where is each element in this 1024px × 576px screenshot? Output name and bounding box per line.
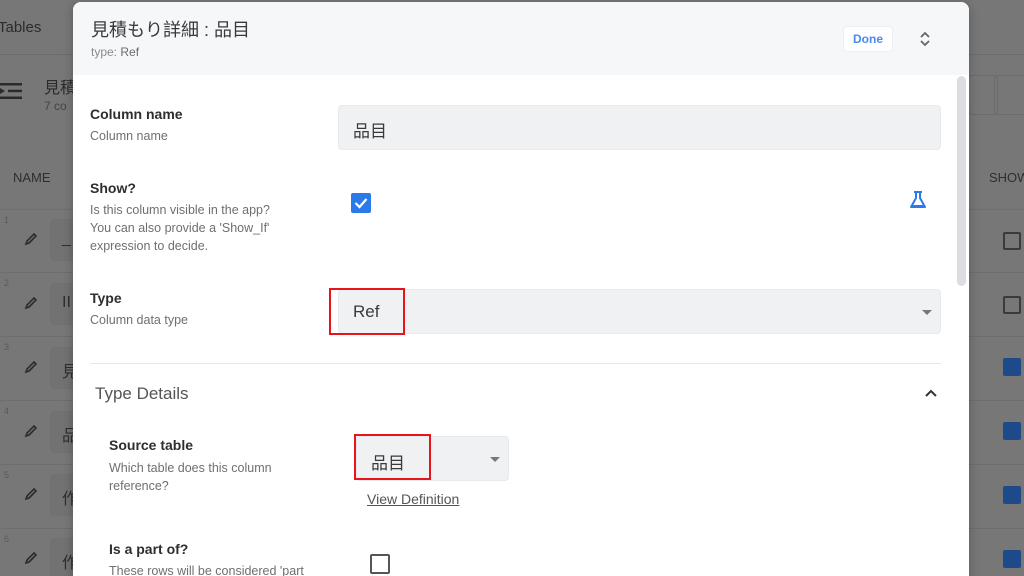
show-description-line: expression to decide. (90, 239, 209, 253)
is-part-of-description: These rows will be considered 'part (109, 564, 304, 576)
pencil-icon[interactable] (24, 487, 38, 501)
source-table-select[interactable]: 品目 (356, 436, 509, 481)
background-button[interactable] (994, 75, 1024, 115)
pencil-icon[interactable] (24, 296, 38, 310)
dropdown-caret-icon (922, 310, 932, 315)
source-table-description: Which table does this column reference? (109, 459, 272, 495)
column-name-description: Column name (90, 129, 168, 143)
dropdown-caret-icon (490, 457, 500, 462)
show-description-line: Is this column visible in the app? (90, 203, 270, 217)
scrollbar[interactable] (957, 76, 966, 286)
row-show-checkbox[interactable] (1003, 550, 1021, 568)
section-divider (90, 363, 941, 364)
row-number: 2 (4, 278, 10, 288)
type-details-heading[interactable]: Type Details (95, 384, 189, 404)
pencil-icon[interactable] (24, 551, 38, 565)
view-definition-link[interactable]: View Definition (367, 491, 459, 507)
type-description: Column data type (90, 313, 188, 327)
chevron-up-icon[interactable] (923, 387, 939, 399)
row-number: 3 (4, 342, 10, 352)
row-number: 5 (4, 470, 10, 480)
dialog-header: 見積もり詳細 : 品目 type: Ref Done (73, 2, 969, 75)
source-table-description-line: reference? (109, 479, 169, 493)
show-label: Show? (90, 180, 136, 196)
show-description: Is this column visible in the app? You c… (90, 201, 270, 255)
type-label: Type (90, 290, 122, 306)
show-checkbox[interactable] (351, 193, 371, 213)
show-description-line: You can also provide a 'Show_If' (90, 221, 270, 235)
dialog-title: 見積もり詳細 : 品目 (91, 20, 251, 40)
column-header-name[interactable]: NAME (13, 170, 51, 185)
row-show-checkbox[interactable] (1003, 422, 1021, 440)
subtitle-type-value: Ref (120, 45, 140, 59)
row-show-checkbox[interactable] (1003, 486, 1021, 504)
row-show-checkbox[interactable] (1003, 296, 1021, 314)
pencil-icon[interactable] (24, 360, 38, 374)
column-header-show[interactable]: SHOW (989, 170, 1024, 185)
is-part-of-checkbox[interactable] (370, 554, 390, 574)
source-table-select-value: 品目 (371, 454, 405, 473)
done-button[interactable]: Done (843, 26, 893, 52)
column-name-input[interactable]: 品目 (338, 105, 941, 150)
flask-expression-icon[interactable] (907, 189, 929, 211)
dialog-subtitle: type: Ref (91, 45, 139, 59)
table-title: 見積 (44, 80, 77, 97)
source-table-label: Source table (109, 437, 194, 453)
list-indent-icon[interactable] (0, 82, 22, 100)
checkmark-icon (354, 198, 368, 209)
source-table-description-line: Which table does this column (109, 461, 272, 475)
row-number: 6 (4, 534, 10, 544)
row-number: 4 (4, 406, 10, 416)
expand-collapse-icon[interactable] (916, 28, 934, 50)
row-show-checkbox[interactable] (1003, 232, 1021, 250)
row-number: 1 (4, 215, 10, 225)
column-edit-dialog: 見積もり詳細 : 品目 type: Ref Done Column name C… (73, 2, 969, 576)
subtitle-prefix: type: (91, 45, 121, 59)
row-show-checkbox[interactable] (1003, 358, 1021, 376)
pencil-icon[interactable] (24, 424, 38, 438)
type-select-value: Ref (353, 302, 380, 321)
is-part-of-label: Is a part of? (109, 541, 189, 557)
table-subtitle: 7 co (44, 99, 67, 113)
pencil-icon[interactable] (24, 232, 38, 246)
breadcrumb-tables[interactable]: Tables (0, 19, 41, 36)
type-select[interactable]: Ref (338, 289, 941, 334)
column-name-label: Column name (90, 106, 183, 122)
